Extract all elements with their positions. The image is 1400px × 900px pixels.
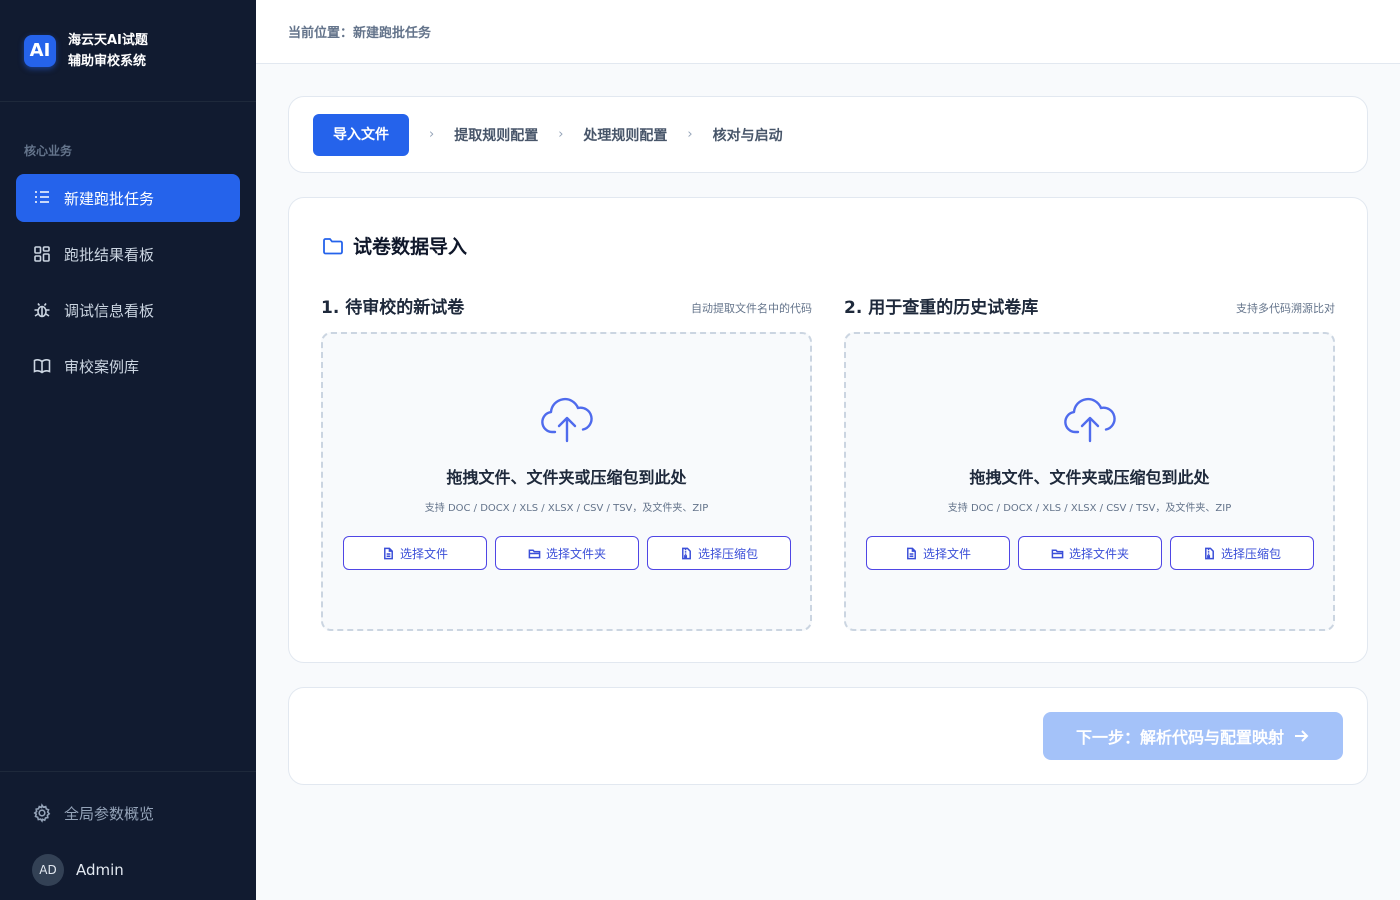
button-label: 选择压缩包 [1220, 546, 1281, 561]
app-logo: AI [24, 34, 56, 67]
nav-section-label: 核心业务 [24, 144, 73, 158]
step-verify-start[interactable]: 核对与启动 [713, 125, 783, 145]
dropzone-buttons: 选择文件 选择文件夹 选择压缩包 [866, 536, 1314, 570]
sidebar-footer: 全局参数概览 AD Admin [0, 771, 256, 886]
sidebar-item-batch-results[interactable]: 跑批结果看板 [16, 230, 240, 278]
dropzone-instruction: 拖拽文件、文件夹或压缩包到此处 [446, 468, 687, 487]
username: Admin [76, 861, 124, 879]
button-label: 选择压缩包 [697, 546, 758, 561]
top-bar: 当前位置：新建跑批任务 [256, 0, 1400, 64]
gear-icon [33, 803, 51, 823]
chevron-right-icon: › [429, 127, 435, 142]
import-title: 试卷数据导入 [321, 232, 467, 259]
folder-open-icon [1051, 549, 1064, 558]
step-process-rules[interactable]: 处理规则配置 [583, 125, 667, 145]
sidebar-item-label: 跑批结果看板 [64, 245, 155, 264]
avatar: AD [32, 854, 64, 886]
app-name-line1: 海云天AI试题 [68, 32, 148, 48]
file-icon [907, 547, 916, 559]
sidebar-item-debug-info[interactable]: 调试信息看板 [16, 286, 240, 334]
select-zip-button[interactable]: 选择压缩包 [647, 536, 791, 570]
import-panel: 试卷数据导入 1. 待审校的新试卷 自动提取文件名中的代码 拖拽文件、文件夹或压… [288, 197, 1368, 663]
select-file-button[interactable]: 选择文件 [343, 536, 487, 570]
step-wizard: 导入文件 › 提取规则配置 › 处理规则配置 › 核对与启动 [288, 96, 1368, 173]
column-header: 2. 用于查重的历史试卷库 支持多代码溯源比对 [844, 292, 1335, 318]
settings-label: 全局参数概览 [64, 804, 155, 823]
action-bar: 下一步：解析代码与配置映射 [288, 687, 1368, 785]
button-label: 选择文件 [922, 546, 971, 561]
sidebar-nav: 新建跑批任务 跑批结果看板 调试信息看板 审校案例库 [16, 174, 240, 398]
column-hint: 自动提取文件名中的代码 [691, 302, 812, 315]
dropzone-buttons: 选择文件 选择文件夹 选择压缩包 [343, 536, 791, 570]
bug-icon [34, 303, 50, 318]
sidebar-item-label: 新建跑批任务 [64, 189, 155, 208]
import-title-text: 试卷数据导入 [353, 236, 468, 258]
dashboard-icon [34, 246, 50, 262]
new-papers-column: 1. 待审校的新试卷 自动提取文件名中的代码 拖拽文件、文件夹或压缩包到此处 支… [321, 292, 812, 631]
file-icon [384, 547, 393, 559]
brand: AI 海云天AI试题 辅助审校系统 [0, 0, 256, 102]
chevron-right-icon: › [687, 127, 693, 142]
button-label: 选择文件 [399, 546, 448, 561]
column-header: 1. 待审校的新试卷 自动提取文件名中的代码 [321, 292, 812, 318]
column-title: 2. 用于查重的历史试卷库 [844, 298, 1039, 318]
book-icon [33, 359, 51, 374]
user-profile[interactable]: AD Admin [32, 854, 124, 886]
folder-open-icon [528, 549, 541, 558]
breadcrumb: 当前位置：新建跑批任务 [288, 26, 432, 41]
dropzone-instruction: 拖拽文件、文件夹或压缩包到此处 [969, 468, 1210, 487]
new-papers-dropzone[interactable]: 拖拽文件、文件夹或压缩包到此处 支持 DOC / DOCX / XLS / XL… [321, 332, 812, 631]
cloud-upload-icon [1063, 394, 1117, 444]
select-folder-button[interactable]: 选择文件夹 [1018, 536, 1162, 570]
sidebar-item-global-settings[interactable]: 全局参数概览 [32, 802, 232, 824]
arrow-right-icon [1295, 730, 1309, 742]
column-title: 1. 待审校的新试卷 [321, 298, 465, 318]
sidebar-item-case-library[interactable]: 审校案例库 [16, 342, 240, 390]
supported-formats: 支持 DOC / DOCX / XLS / XLSX / CSV / TSV，及… [424, 503, 709, 514]
select-file-button[interactable]: 选择文件 [866, 536, 1010, 570]
supported-formats: 支持 DOC / DOCX / XLS / XLSX / CSV / TSV，及… [947, 503, 1232, 514]
select-folder-button[interactable]: 选择文件夹 [495, 536, 639, 570]
history-library-dropzone[interactable]: 拖拽文件、文件夹或压缩包到此处 支持 DOC / DOCX / XLS / XL… [844, 332, 1335, 631]
select-zip-button[interactable]: 选择压缩包 [1170, 536, 1314, 570]
button-label: 选择文件夹 [545, 546, 606, 561]
history-library-column: 2. 用于查重的历史试卷库 支持多代码溯源比对 拖拽文件、文件夹或压缩包到此处 … [844, 292, 1335, 631]
app-name: 海云天AI试题 辅助审校系统 [68, 30, 148, 72]
folder-icon [323, 237, 343, 254]
file-archive-icon [682, 547, 691, 559]
file-archive-icon [1205, 547, 1214, 559]
next-step-button[interactable]: 下一步：解析代码与配置映射 [1043, 712, 1343, 760]
sidebar-item-label: 调试信息看板 [64, 301, 155, 320]
cloud-upload-icon [540, 394, 594, 444]
chevron-right-icon: › [558, 127, 564, 142]
list-icon [35, 191, 49, 203]
sidebar-item-new-batch-task[interactable]: 新建跑批任务 [16, 174, 240, 222]
sidebar: AI 海云天AI试题 辅助审校系统 核心业务 新建跑批任务 跑批结果看板 调试信… [0, 0, 256, 900]
step-import-files[interactable]: 导入文件 [313, 113, 409, 156]
button-label: 选择文件夹 [1068, 546, 1129, 561]
sidebar-item-label: 审校案例库 [64, 357, 140, 376]
step-extract-rules[interactable]: 提取规则配置 [454, 125, 538, 145]
app-name-line2: 辅助审校系统 [68, 53, 147, 69]
next-step-label: 下一步：解析代码与配置映射 [1075, 728, 1284, 747]
column-hint: 支持多代码溯源比对 [1236, 302, 1335, 315]
